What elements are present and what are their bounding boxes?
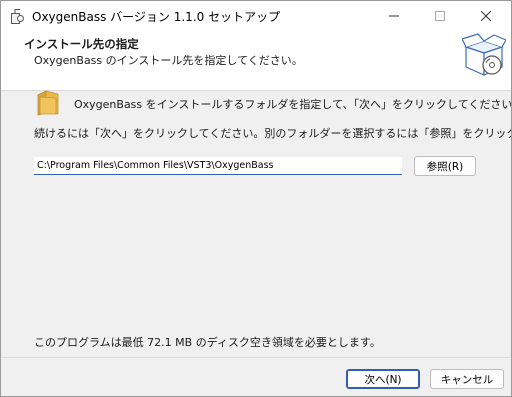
browse-button[interactable]: 参照(R)	[414, 156, 476, 176]
close-button[interactable]	[463, 1, 509, 31]
continue-instruction: 続けるには「次へ」をクリックしてください。別のフォルダーを選択するには「参照」を…	[34, 127, 512, 140]
title-bar[interactable]: OxygenBass バージョン 1.1.0 セットアップ	[1, 1, 511, 31]
wizard-header: インストール先の指定 OxygenBass のインストール先を指定してください。	[1, 31, 511, 91]
install-path-input[interactable]	[34, 157, 402, 175]
setup-window: OxygenBass バージョン 1.1.0 セットアップ インストール先の指定…	[0, 0, 512, 397]
page-subtitle: OxygenBass のインストール先を指定してください。	[34, 54, 303, 67]
maximize-button[interactable]	[417, 1, 463, 31]
package-box-icon	[461, 33, 507, 79]
footer-divider	[1, 357, 511, 358]
minimize-button[interactable]	[371, 1, 417, 31]
setup-app-icon	[9, 7, 25, 25]
install-instruction: OxygenBass をインストールするフォルダを指定して、「次へ」をクリックし…	[74, 98, 512, 111]
window-title: OxygenBass バージョン 1.1.0 セットアップ	[32, 10, 281, 24]
cancel-button[interactable]: キャンセル	[430, 369, 504, 389]
minimize-icon	[389, 15, 399, 17]
disk-space-requirement: このプログラムは最低 72.1 MB のディスク空き領域を必要とします。	[34, 336, 381, 349]
page-title: インストール先の指定	[24, 37, 139, 51]
maximize-icon	[435, 11, 445, 21]
close-icon	[481, 11, 491, 21]
folder-icon	[37, 90, 59, 116]
next-button[interactable]: 次へ(N)	[346, 369, 420, 389]
